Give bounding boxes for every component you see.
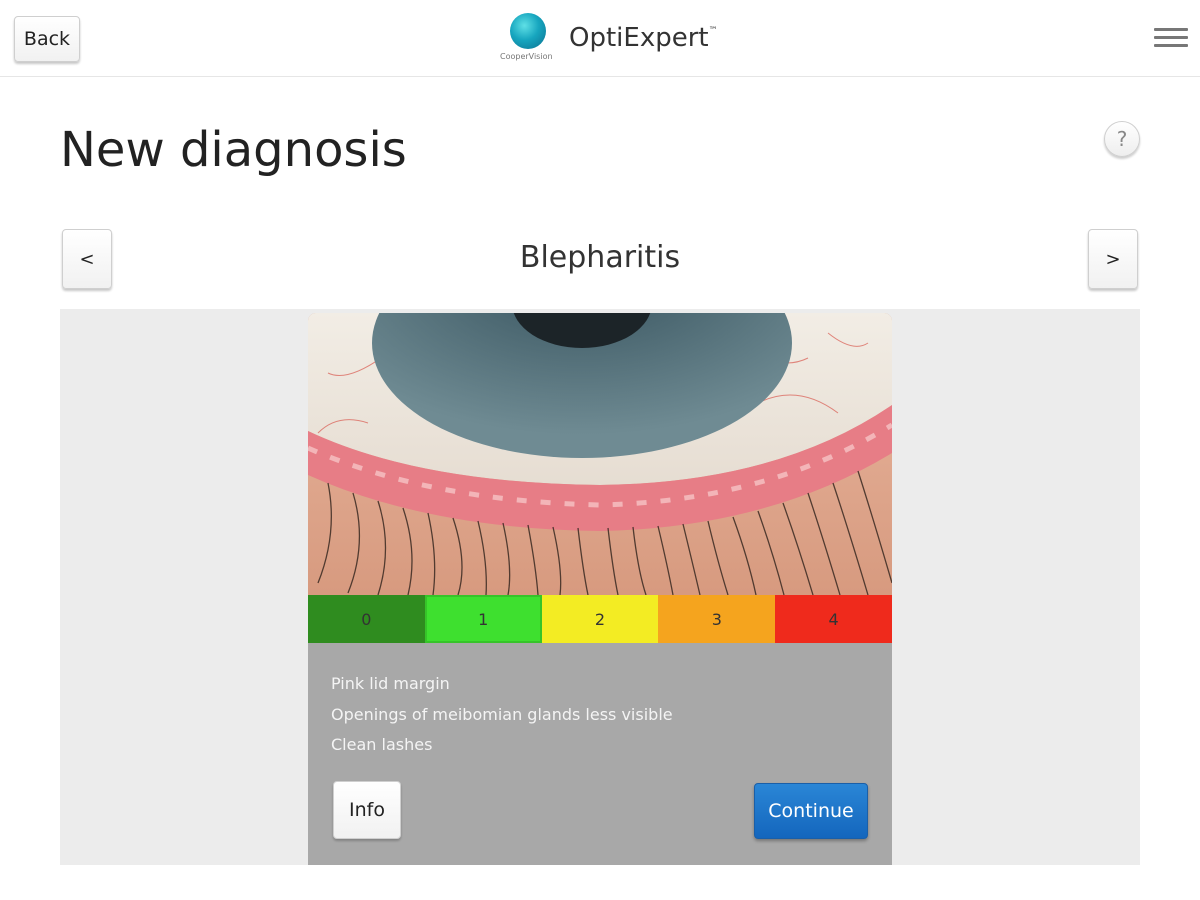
app-name-text: OptiExpert <box>569 23 709 53</box>
grade-option-4[interactable]: 4 <box>775 595 892 643</box>
eye-illustration <box>308 313 892 595</box>
description-line: Pink lid margin <box>331 674 450 693</box>
back-button[interactable]: Back <box>14 16 80 62</box>
brand-subtitle: CooperVision <box>500 52 553 61</box>
continue-button[interactable]: Continue <box>754 783 868 839</box>
app-logo: CooperVision OptiExpert™ <box>496 10 718 66</box>
app-header: Back CooperVision OptiExpert™ <box>0 0 1200 77</box>
description-line: Clean lashes <box>331 735 433 754</box>
grade-option-3[interactable]: 3 <box>658 595 776 643</box>
grade-option-0[interactable]: 0 <box>308 595 425 643</box>
coopervision-logo-icon <box>510 13 546 49</box>
trademark-symbol: ™ <box>708 26 718 36</box>
diagnosis-panel: 01234 Pink lid margin Openings of meibom… <box>60 309 1140 865</box>
hamburger-menu-icon[interactable] <box>1154 28 1188 50</box>
next-section-button[interactable]: > <box>1088 229 1138 289</box>
help-icon[interactable]: ? <box>1104 121 1140 157</box>
grade-option-2[interactable]: 2 <box>541 595 659 643</box>
info-button[interactable]: Info <box>333 781 401 839</box>
description-line: Openings of meibomian glands less visibl… <box>331 704 673 724</box>
app-name: OptiExpert™ <box>569 23 718 53</box>
grade-option-1[interactable]: 1 <box>424 595 542 643</box>
previous-section-button[interactable]: < <box>62 229 112 289</box>
grading-card: 01234 Pink lid margin Openings of meibom… <box>308 313 892 865</box>
section-title: Blepharitis <box>519 240 681 275</box>
page-title: New diagnosis <box>60 122 407 178</box>
grade-description: Pink lid margin Openings of meibomian gl… <box>331 669 673 761</box>
severity-grade-scale: 01234 <box>308 595 892 643</box>
